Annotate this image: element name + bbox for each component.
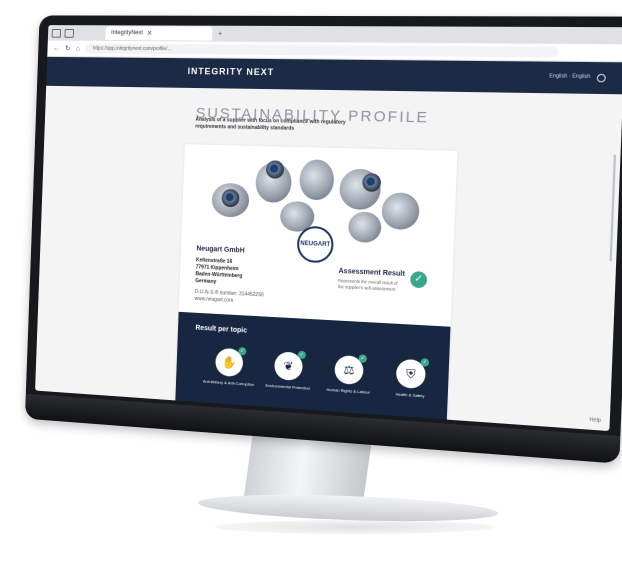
integritynext-logo[interactable]: INTEGRITY NEXT [187, 66, 274, 77]
results-title: Result per topic [195, 325, 247, 335]
reload-icon[interactable]: ↻ [65, 44, 71, 52]
gearbox-image [348, 211, 382, 243]
check-icon: ✓ [410, 271, 427, 288]
shield-icon: ⛨ ✓ [396, 359, 426, 390]
neugart-logo: NEUGART [296, 226, 334, 264]
tab-actions-icon[interactable] [52, 28, 62, 37]
header-actions: English · English [549, 73, 606, 82]
language-selector[interactable]: English · English [549, 73, 590, 82]
tab-search-icon[interactable] [65, 29, 75, 38]
topic-anti-bribery[interactable]: ✋ ✓ Anti-Bribery & Anti-Corruption [199, 347, 259, 388]
gearbox-image [299, 159, 335, 200]
topic-label: Health & Safety [379, 390, 442, 399]
address-bar[interactable]: https://app.integritynext.com/profile/… [85, 44, 558, 58]
topic-label: Human Rights & Labour [318, 386, 379, 395]
stand-shadow [215, 520, 495, 534]
gearbox-image [381, 192, 420, 230]
topic-human-rights[interactable]: ⚖ ✓ Human Rights & Labour [318, 354, 381, 395]
assessment-title: Assessment Result [338, 268, 405, 278]
back-icon[interactable]: ← [53, 45, 60, 52]
company-name: Neugart GmbH [196, 245, 244, 254]
home-icon[interactable]: ⌂ [76, 45, 80, 52]
help-widget[interactable]: Help [589, 417, 601, 424]
profile-card: NEUGART Neugart GmbH Keltenstraße 16 779… [174, 144, 458, 431]
browser-tab[interactable]: IntegrityNext ✕ [105, 26, 212, 40]
page-scrollbar[interactable] [610, 155, 617, 261]
topic-label: Anti-Bribery & Anti-Corruption [199, 378, 258, 387]
check-icon: ✓ [421, 358, 430, 367]
company-address: Keltenstraße 16 77971 Kippenheim Baden-W… [195, 257, 243, 287]
topic-label: Environmental Protection [258, 382, 318, 391]
company-identifiers: D-U-N-S ® number: 314452250 www.neugart.… [194, 289, 263, 306]
user-icon[interactable] [597, 74, 606, 83]
hand-coin-icon: ✋ ✓ [215, 348, 243, 378]
screen: IntegrityNext ✕ + ← ↻ ⌂ https://app.inte… [35, 25, 622, 431]
stage: IntegrityNext ✕ + ← ↻ ⌂ https://app.inte… [0, 0, 622, 565]
new-tab-icon[interactable]: + [218, 30, 222, 37]
tab-title: IntegrityNext [111, 30, 143, 36]
check-icon: ✓ [298, 351, 306, 360]
site-header: INTEGRITY NEXT English · English [46, 57, 622, 94]
leaf-icon: ❦ ✓ [274, 351, 303, 381]
topic-health-safety[interactable]: ⛨ ✓ Health & Safety [379, 358, 443, 400]
check-icon: ✓ [238, 347, 246, 355]
check-icon: ✓ [358, 354, 367, 363]
assessment-description: Represents the overall result of the sup… [338, 278, 402, 293]
scale-icon: ⚖ ✓ [334, 355, 364, 385]
topic-environmental[interactable]: ❦ ✓ Environmental Protection [258, 350, 319, 391]
page-subtitle: Analysis of a supplier with focus on com… [195, 117, 365, 135]
monitor: IntegrityNext ✕ + ← ↻ ⌂ https://app.inte… [25, 15, 622, 463]
close-tab-icon[interactable]: ✕ [147, 29, 153, 37]
